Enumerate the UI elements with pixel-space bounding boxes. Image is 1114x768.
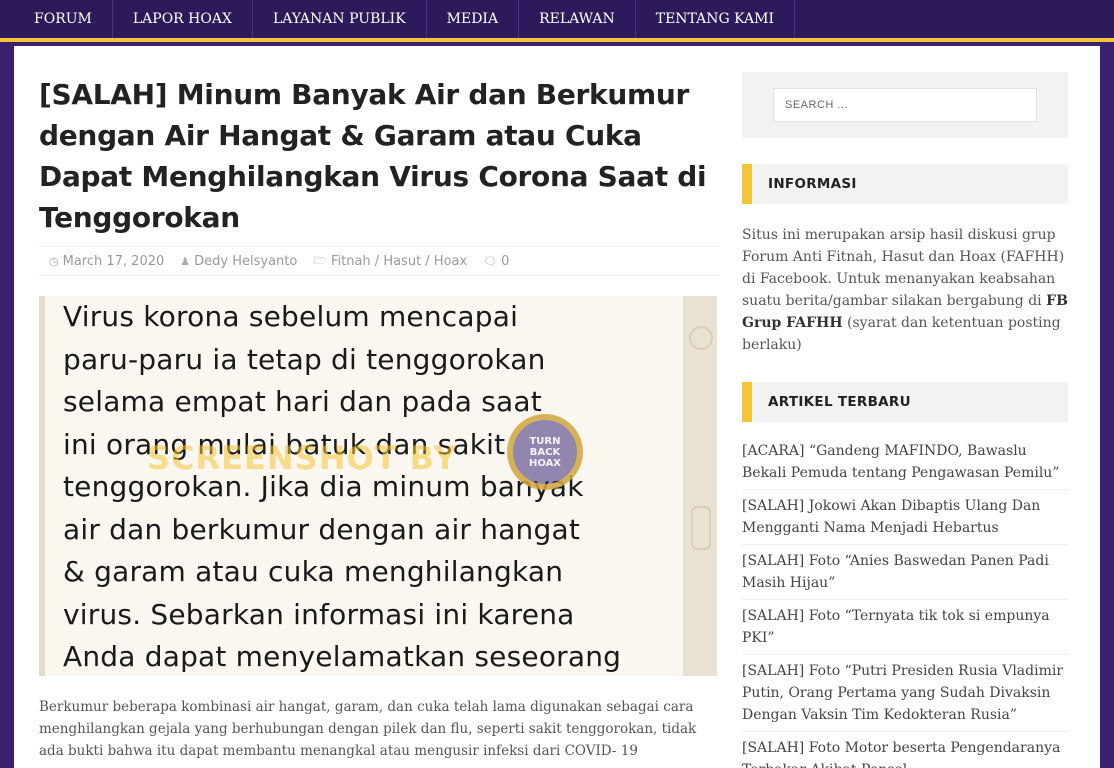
image-line: Anda dapat menyelamatkan seseorang <box>63 640 622 673</box>
meta-author-text: Dedy Helsyanto <box>194 253 298 269</box>
search-input[interactable] <box>773 88 1037 122</box>
info-text-before: Situs ini merupakan arsip hasil diskusi … <box>742 227 1065 309</box>
nav-item-forum[interactable]: FORUM <box>0 0 113 38</box>
info-widget-text: Situs ini merupakan arsip hasil diskusi … <box>742 224 1068 356</box>
recent-articles-list: [ACARA] “Gandeng MAFINDO, Bawaslu Bekali… <box>742 440 1068 768</box>
recent-article-link[interactable]: [SALAH] Foto “Putri Presiden Rusia Vladi… <box>742 660 1068 732</box>
recent-article-link[interactable]: [SALAH] Foto “Ternyata tik tok si empuny… <box>742 605 1068 655</box>
meta-date-text: March 17, 2020 <box>62 253 165 269</box>
meta-author[interactable]: ♟ Dedy Helsyanto <box>180 254 297 269</box>
article: [SALAH] Minum Banyak Air dan Berkumur de… <box>39 74 719 762</box>
image-line: selama empat hari dan pada saat <box>63 385 542 418</box>
recent-widget-title: ARTIKEL TERBARU <box>742 382 1068 422</box>
image-right-strip <box>683 296 717 676</box>
nav-item-layanan-publik[interactable]: LAYANAN PUBLIK <box>253 0 427 38</box>
recent-article-link[interactable]: [SALAH] Foto Motor beserta Pengendaranya… <box>742 737 1068 768</box>
image-line: paru-paru ia tetap di tenggorokan <box>63 342 546 376</box>
sidebar: INFORMASI Situs ini merupakan arsip hasi… <box>742 72 1068 768</box>
nav-item-tentang-kami[interactable]: TENTANG KAMI <box>636 0 795 38</box>
screenshot-watermark: SCREENSHOT BY <box>147 439 458 477</box>
image-line: virus. Sebarkan informasi ini karena <box>63 597 575 631</box>
comment-icon: 🗨 <box>483 254 498 268</box>
image-line: Virus korona sebelum mencapai <box>63 300 519 333</box>
search-widget <box>742 72 1068 138</box>
logo-text-mid: BACK <box>529 446 561 458</box>
image-left-edge <box>39 296 45 676</box>
image-handwritten-text: Virus korona sebelum mencapai paru-paru … <box>63 296 683 676</box>
clock-icon: ◷ <box>49 254 59 268</box>
meta-date[interactable]: ◷ March 17, 2020 <box>49 254 164 269</box>
article-body: Berkumur beberapa kombinasi air hangat, … <box>39 699 697 759</box>
recent-article-link[interactable]: [SALAH] Foto “Anies Baswedan Panen Padi … <box>742 550 1068 600</box>
nav-item-lapor-hoax[interactable]: LAPOR HOAX <box>113 0 253 38</box>
image-line: & garam atau cuka menghilangkan <box>63 555 564 588</box>
nav-item-relawan[interactable]: RELAWAN <box>519 0 636 38</box>
logo-text-bottom: HOAX <box>528 457 562 469</box>
top-navigation: FORUM LAPOR HOAX LAYANAN PUBLIK MEDIA RE… <box>0 0 1114 42</box>
folder-icon: 🗁 <box>313 253 327 267</box>
image-line: air dan berkumur dengan air hangat <box>63 512 581 546</box>
logo-text-top: TURN <box>529 435 561 447</box>
info-widget-title: INFORMASI <box>742 164 1068 204</box>
page-container: [SALAH] Minum Banyak Air dan Berkumur de… <box>14 46 1100 768</box>
article-meta: ◷ March 17, 2020 ♟ Dedy Helsyanto 🗁 Fitn… <box>39 246 719 276</box>
turnbackhoax-logo: TURN BACK HOAX <box>507 414 583 490</box>
meta-category-text: Fitnah / Hasut / Hoax <box>330 253 468 269</box>
article-title: [SALAH] Minum Banyak Air dan Berkumur de… <box>39 78 707 234</box>
meta-comments-count: 0 <box>501 253 510 269</box>
article-image: Virus korona sebelum mencapai paru-paru … <box>39 296 717 676</box>
meta-comments[interactable]: 🗨 0 <box>483 254 509 269</box>
meta-category[interactable]: 🗁 Fitnah / Hasut / Hoax <box>313 252 467 271</box>
recent-article-link[interactable]: [SALAH] Jokowi Akan Dibaptis Ulang Dan M… <box>742 495 1068 545</box>
recent-article-link[interactable]: [ACARA] “Gandeng MAFINDO, Bawaslu Bekali… <box>742 440 1068 490</box>
user-icon: ♟ <box>180 254 191 268</box>
nav-item-media[interactable]: MEDIA <box>427 0 520 38</box>
